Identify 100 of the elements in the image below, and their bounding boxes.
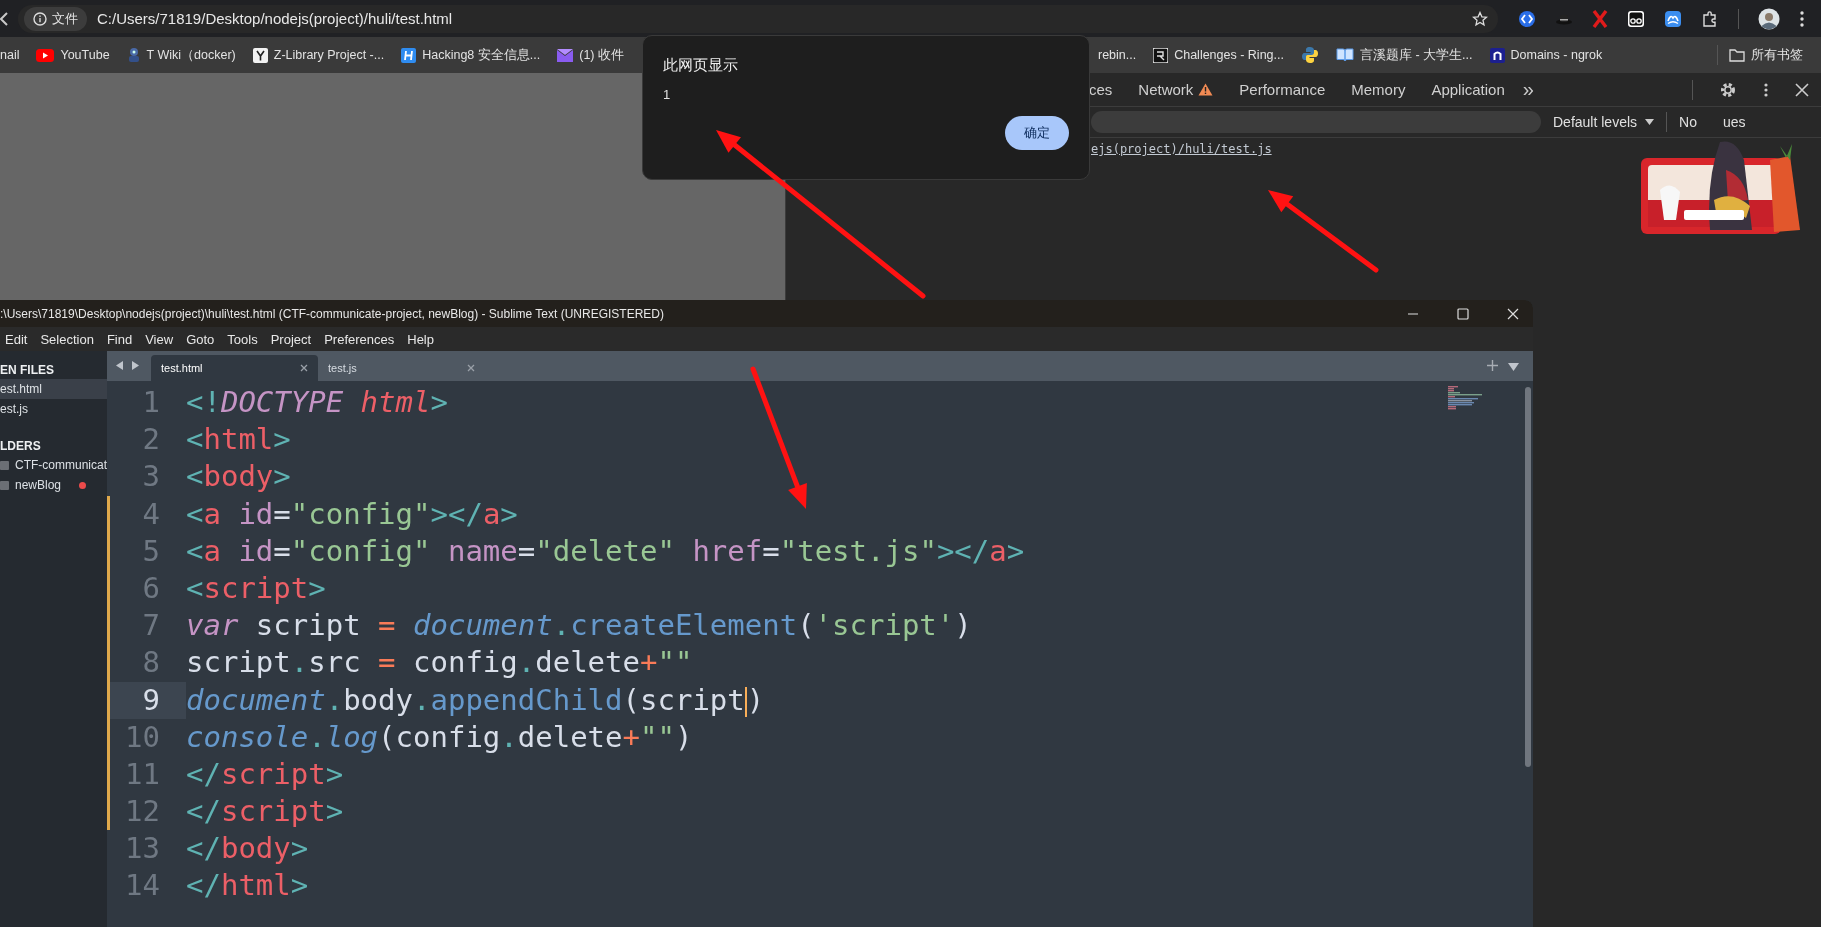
menu-item[interactable]: Find [106,331,133,347]
robot-icon [126,47,141,63]
plus-icon[interactable] [1487,360,1498,371]
bookmark[interactable]: 言溪题库 - 大学生... [1335,46,1473,64]
tile-icon [1153,47,1169,63]
line-number: 14 [124,867,161,905]
scrollbar-thumb[interactable] [1525,387,1531,767]
site-info-button[interactable]: 文件 [24,6,87,31]
line-number: 9 [107,681,186,719]
x-icon[interactable] [1592,9,1608,28]
menu-item[interactable]: Goto [186,331,215,347]
bookmark[interactable]: YouTube [36,48,110,62]
source-link[interactable]: ejs(project)/huli/test.js [1091,142,1272,156]
caret-icon[interactable] [1508,363,1519,371]
tile-icon [401,47,417,63]
bookmark[interactable]: T Wiki（docker) [126,46,236,64]
line-number: 5 [141,532,161,570]
folder-icon [1729,48,1745,62]
all-bookmarks-button[interactable]: 所有书签 [1729,46,1803,64]
menu-item[interactable]: Edit [5,331,28,347]
file-tab[interactable]: test.html [151,355,318,381]
file-tab[interactable]: test.js [318,355,485,381]
maximize-icon[interactable] [1457,307,1469,320]
back-icon[interactable] [0,11,8,26]
menu-item[interactable]: Selection [40,331,94,347]
menu-item[interactable]: Tools [227,331,258,347]
bookmark[interactable]: (1) 收件 [557,46,624,64]
open-file-item[interactable]: est.js [0,399,107,419]
play-icon [36,48,55,62]
line-number: 7 [141,607,161,645]
line-number: 3 [141,458,161,496]
bookmark[interactable]: rebin... [1097,48,1137,62]
devtools-tab[interactable]: ces [1089,73,1113,106]
line-number: 8 [141,644,161,682]
code-line: var script = document.createElement('script') [186,607,972,645]
code-line: </html> [186,867,309,905]
dialog-message: 1 [663,87,671,102]
code-line: <script> [186,569,326,607]
line-number: 2 [141,421,161,459]
sidebar-heading: LDERS [0,438,41,455]
open-file-item[interactable]: est.html [0,379,107,399]
more-icon[interactable] [1763,81,1769,98]
snake-icon[interactable] [1300,46,1319,64]
folder-item[interactable]: CTF-communicat [15,458,107,472]
code-line: console.log(config.delete+"") [186,718,693,756]
bookmark[interactable]: nail [0,48,20,62]
right-arrow-icon[interactable] [132,361,139,370]
tile-icon [1489,47,1505,63]
extension-icon[interactable] [1518,9,1536,28]
code-line: </body> [186,830,309,868]
devtools-tab[interactable]: Performance [1239,73,1326,106]
menu-item[interactable]: View [145,331,174,347]
code-line: <html> [186,421,291,459]
close-icon[interactable] [1795,82,1809,97]
mail-icon [557,48,574,62]
tile-icon [252,47,268,63]
code-line: <a id="config"></a> [186,495,518,533]
line-number: 4 [141,495,161,533]
menu-item[interactable]: Preferences [324,331,395,347]
bookmark[interactable]: Challenges - Ring... [1153,47,1284,63]
bookmark-star-icon[interactable] [1472,10,1488,27]
puzzle-icon[interactable] [1701,9,1719,28]
ok-button[interactable]: 确定 [1005,116,1069,150]
sidebar-heading: EN FILES [0,362,54,379]
line-number: 11 [124,755,161,793]
line-number: 6 [141,569,161,607]
code-line: </script> [186,793,344,831]
devtools-tab[interactable]: Memory [1351,73,1406,106]
address-bar[interactable]: 文件 C:/Users/71819/Desktop/nodejs(project)/huli/test.html [18,4,1498,33]
issues-text: ues [1722,114,1746,130]
settings-icon[interactable] [1719,80,1737,99]
line-number: 13 [124,830,161,868]
info-icon [33,11,47,26]
url-text: C:/Users/71819/Desktop/nodejs(project)/huli/test.html [97,10,454,27]
avatar-icon[interactable] [1758,7,1780,30]
menu-item[interactable]: Project [270,331,312,347]
log-levels-dropdown[interactable]: Default levels [1553,114,1655,130]
bookmark[interactable]: Domains - ngrok [1489,47,1603,63]
code-line: <!DOCTYPE html> [186,384,448,421]
code-line: <body> [186,458,291,496]
glasses-icon[interactable] [1627,9,1645,28]
more-tabs-button[interactable]: » [1522,78,1534,101]
line-number: 1 [141,384,161,421]
left-arrow-icon[interactable] [116,361,123,370]
code-line: script.src = config.delete+"" [186,644,693,682]
book-icon [1335,48,1354,62]
folder-item[interactable]: newBlog [15,478,62,492]
code-line: </script> [186,755,344,793]
caret-icon [1645,119,1655,125]
code-line: <a id="config" name="delete" href="test.js"></a> [186,532,1025,570]
bookmark[interactable]: Z-Library Project -... [252,47,385,63]
line-number: 12 [124,793,161,831]
menu-icon[interactable] [1799,9,1805,28]
devtools-tab[interactable]: Network [1138,73,1214,106]
wave-icon[interactable] [1664,9,1682,28]
code-line: document.body.appendChild(script) [186,681,765,719]
bookmark[interactable]: Hacking8 安全信息... [401,46,541,64]
issues-text: No [1679,114,1697,130]
devtools-tab[interactable]: Application [1431,73,1505,106]
menu-item[interactable]: Help [407,331,434,347]
